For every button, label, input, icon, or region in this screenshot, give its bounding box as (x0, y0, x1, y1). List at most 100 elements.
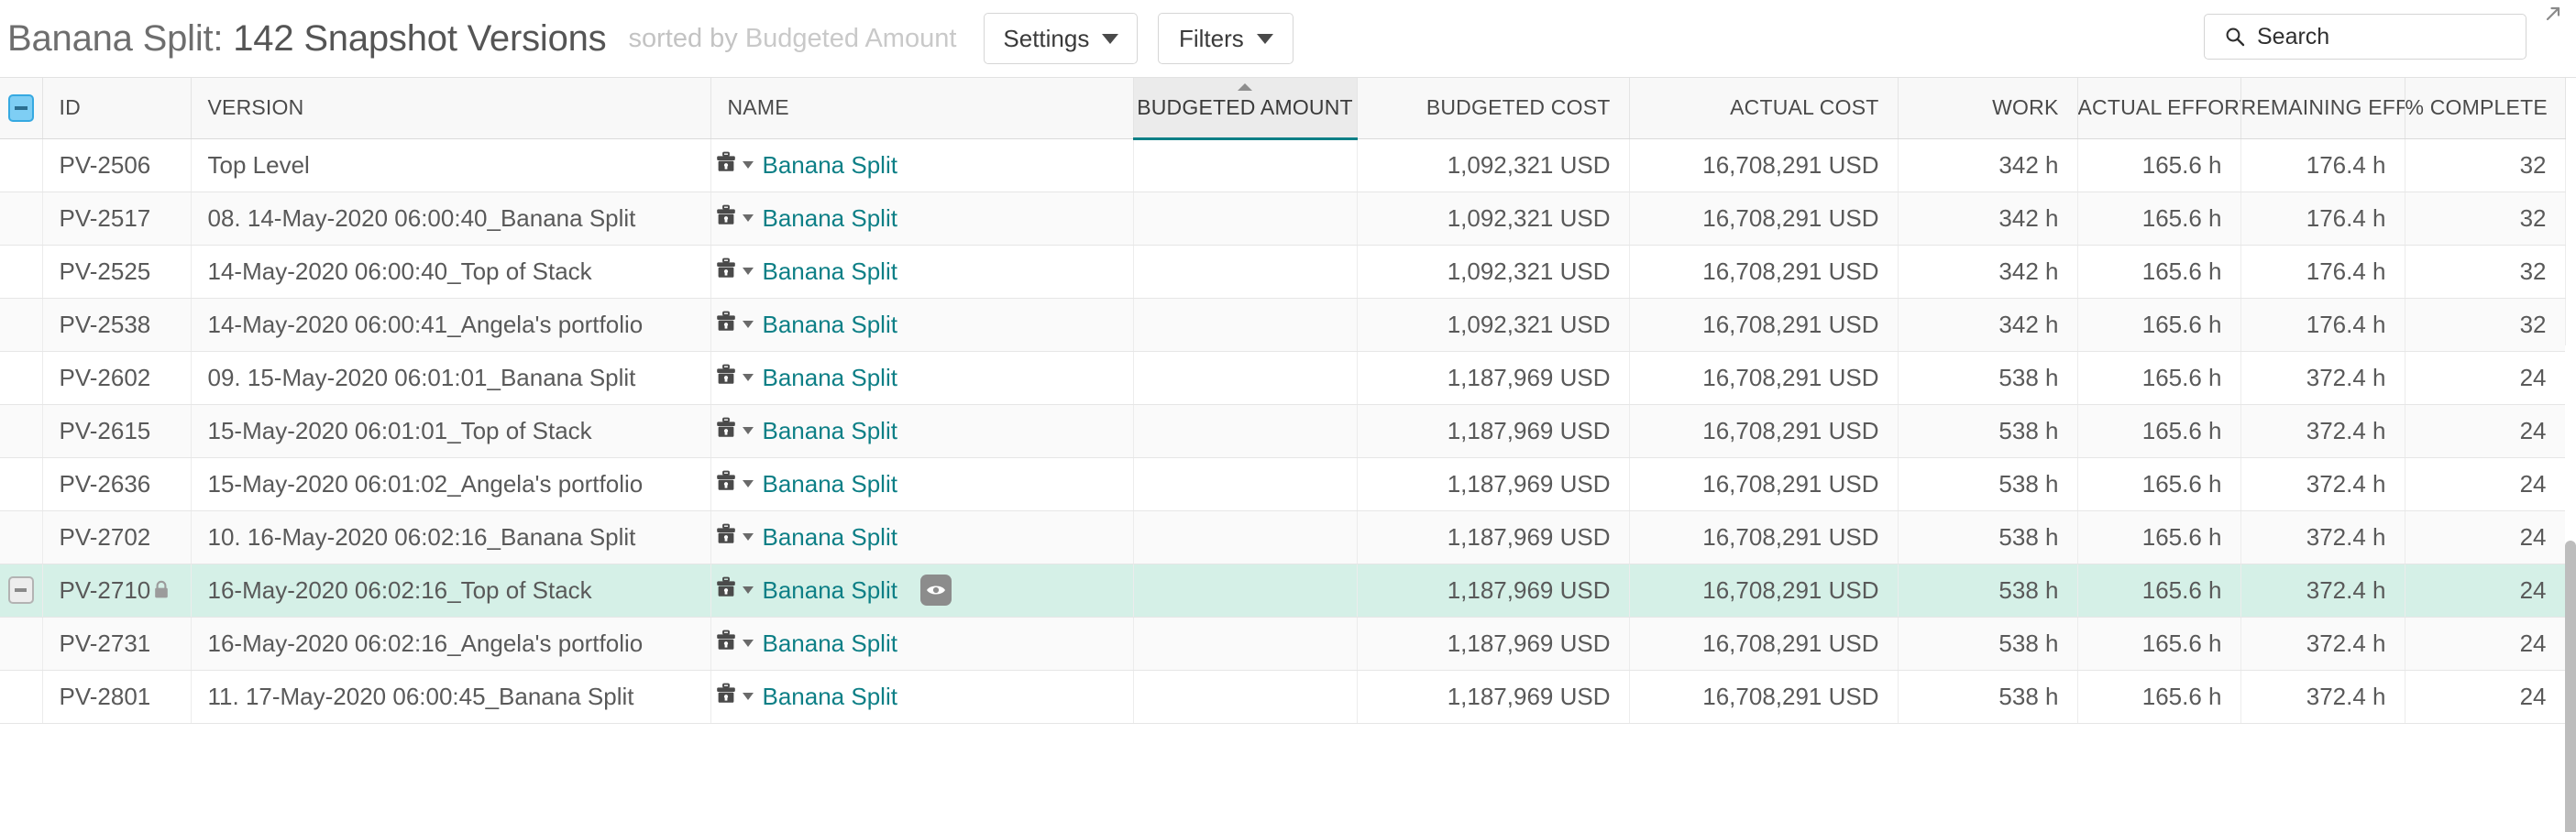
table-row[interactable]: PV-2731 16-May-2020 06:02:16_Angela's por… (0, 617, 2566, 671)
row-select-cell[interactable] (0, 510, 43, 564)
table-row[interactable]: PV-2702 10. 16-May-2020 06:02:16_Banana S… (0, 510, 2566, 564)
table-row[interactable]: PV-2602 09. 15-May-2020 06:01:01_Banana S… (0, 351, 2566, 405)
select-all-checkbox-icon[interactable] (7, 93, 34, 122)
project-link[interactable]: Banana Split (763, 151, 897, 180)
cell-percent-complete: 24 (2405, 617, 2566, 671)
cell-work: 342 h (1898, 138, 2078, 192)
eye-glyph (926, 586, 945, 595)
cell-budgeted-amount (1133, 457, 1358, 511)
row-select-cell[interactable] (0, 670, 43, 724)
table-row[interactable]: PV-2525 14-May-2020 06:00:40_Top of Stack… (0, 245, 2566, 299)
row-select-cell[interactable] (0, 351, 43, 405)
cell-percent-complete: 24 (2405, 670, 2566, 724)
row-select-cell[interactable] (0, 298, 43, 352)
row-id-text: PV-2710 (59, 575, 151, 604)
column-header-actual-effort[interactable]: ACTUAL EFFORT (2077, 78, 2241, 139)
page-title: Banana Split: 142 Snapshot Versions (7, 17, 607, 60)
row-id-text: PV-2602 (59, 363, 151, 391)
cell-version: 09. 15-May-2020 06:01:01_Banana Split (191, 351, 711, 405)
cell-actual-effort: 165.6 h (2077, 351, 2241, 405)
row-select-cell[interactable] (0, 245, 43, 299)
row-select-cell[interactable] (0, 457, 43, 511)
table-row[interactable]: PV-2615 15-May-2020 06:01:01_Top of Stack… (0, 404, 2566, 458)
filters-button-label: Filters (1178, 24, 1244, 52)
project-link[interactable]: Banana Split (763, 257, 897, 286)
chevron-down-icon[interactable] (742, 321, 754, 328)
cell-remaining-effort: 176.4 h (2240, 245, 2405, 299)
vertical-scrollbar-thumb[interactable] (2565, 541, 2576, 832)
project-link[interactable]: Banana Split (763, 470, 897, 498)
settings-button[interactable]: Settings (984, 13, 1139, 64)
row-select-cell[interactable] (0, 617, 43, 671)
cell-budgeted-cost: 1,187,969 USD (1357, 457, 1630, 511)
cell-id: PV-2702 (42, 510, 192, 564)
chevron-down-icon[interactable] (742, 161, 754, 169)
expand-arrow-icon[interactable] (2541, 2, 2565, 26)
chevron-down-icon[interactable] (742, 640, 754, 647)
chevron-down-icon[interactable] (742, 586, 754, 594)
chevron-down-icon[interactable] (742, 427, 754, 434)
table-row[interactable]: PV-2538 14-May-2020 06:00:41_Angela's por… (0, 298, 2566, 352)
eye-preview-icon[interactable] (919, 575, 952, 606)
search-icon (2226, 27, 2245, 47)
cell-id: PV-2525 (42, 245, 192, 299)
select-all-header[interactable] (0, 78, 43, 139)
column-header-version[interactable]: VERSION (191, 78, 711, 139)
chevron-down-icon[interactable] (742, 480, 754, 487)
project-link[interactable]: Banana Split (763, 683, 897, 711)
project-link[interactable]: Banana Split (763, 523, 897, 552)
search-input[interactable] (2257, 23, 2514, 50)
chevron-down-icon[interactable] (742, 214, 754, 222)
cell-percent-complete: 32 (2405, 192, 2566, 246)
cell-version: 16-May-2020 06:02:16_Top of Stack (191, 564, 711, 618)
cell-version: 15-May-2020 06:01:02_Angela's portfolio (191, 457, 711, 511)
project-link[interactable]: Banana Split (763, 204, 897, 233)
column-header-name[interactable]: NAME (710, 78, 1134, 139)
table-row[interactable]: PV-2801 11. 17-May-2020 06:00:45_Banana S… (0, 670, 2566, 724)
chevron-down-icon[interactable] (742, 374, 754, 381)
row-id-text: PV-2525 (59, 257, 151, 285)
project-link[interactable]: Banana Split (763, 311, 897, 339)
table-row[interactable]: PV-2636 15-May-2020 06:01:02_Angela's por… (0, 457, 2566, 511)
row-select-cell[interactable] (0, 138, 43, 192)
project-link[interactable]: Banana Split (763, 417, 897, 445)
column-header-percent-complete[interactable]: % COMPLETE (2405, 78, 2566, 139)
project-link[interactable]: Banana Split (763, 576, 897, 605)
search-box[interactable] (2204, 14, 2526, 60)
cell-actual-effort: 165.6 h (2077, 245, 2241, 299)
chevron-down-icon[interactable] (742, 693, 754, 700)
cell-name: Banana Split (710, 564, 1134, 618)
table-row[interactable]: PV-2517 08. 14-May-2020 06:00:40_Banana S… (0, 192, 2566, 246)
column-header-budgeted-cost[interactable]: BUDGETED COST (1357, 78, 1630, 139)
cell-actual-cost: 16,708,291 USD (1629, 510, 1899, 564)
row-select-cell[interactable] (0, 404, 43, 458)
column-header-remaining-effort[interactable]: REMAINING EFFO... (2240, 78, 2405, 139)
sort-ascending-arrow-icon (1238, 83, 1252, 91)
cell-work: 538 h (1898, 564, 2078, 618)
column-header-id[interactable]: ID (42, 78, 192, 139)
project-link[interactable]: Banana Split (763, 629, 897, 658)
header-row: ID VERSION NAME BUDGETED AMOUNT BUDGETED… (0, 78, 2566, 140)
column-header-budgeted-amount[interactable]: BUDGETED AMOUNT (1133, 78, 1358, 140)
table-row[interactable]: PV-2710 16-May-2020 06:02:16_Top of Stack… (0, 564, 2566, 618)
cell-actual-effort: 165.6 h (2077, 510, 2241, 564)
row-collapse-minus-icon[interactable] (7, 576, 34, 604)
cell-actual-cost: 16,708,291 USD (1629, 298, 1899, 352)
cell-budgeted-amount (1133, 298, 1358, 352)
chevron-down-icon[interactable] (742, 533, 754, 541)
table-row[interactable]: PV-2506 Top Level Banana Split 1,092,321 US… (0, 138, 2566, 192)
row-select-cell[interactable] (0, 564, 43, 618)
briefcase-icon (716, 257, 735, 278)
filters-button[interactable]: Filters (1158, 13, 1294, 64)
briefcase-icon (716, 683, 735, 703)
toolbar: Banana Split: 142 Snapshot Versions sort… (0, 0, 2576, 77)
project-link[interactable]: Banana Split (763, 364, 897, 392)
column-header-actual-cost[interactable]: ACTUAL COST (1629, 78, 1899, 139)
row-select-cell[interactable] (0, 192, 43, 246)
cell-id: PV-2506 (42, 138, 192, 192)
chevron-down-icon[interactable] (742, 268, 754, 275)
cell-budgeted-amount (1133, 192, 1358, 246)
column-header-work[interactable]: WORK (1898, 78, 2078, 139)
cell-version: 14-May-2020 06:00:40_Top of Stack (191, 245, 711, 299)
page-title-prefix: Banana Split: (7, 17, 234, 59)
